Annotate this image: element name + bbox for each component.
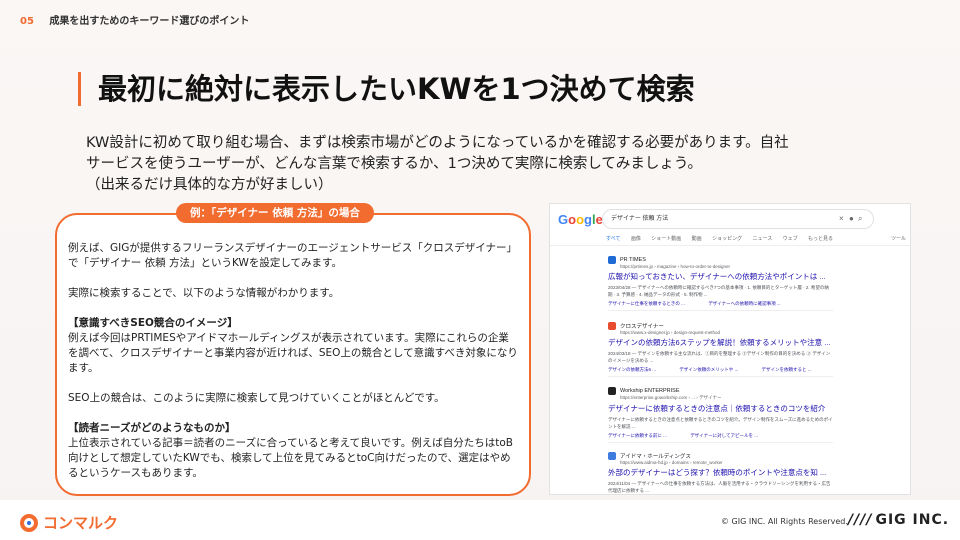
result-sitelink[interactable]: デザイン依頼のメリットや ... [679, 367, 738, 372]
case-paragraph-5: 上位表示されている記事＝読者のニーズに合っていると考えて良いです。例えば自分たち… [68, 437, 513, 479]
result-title[interactable]: デザインの依頼方法6ステップを解説！依頼するメリットや注意 ... [608, 337, 833, 348]
result-site-name: クロスデザイナー [620, 324, 664, 330]
google-logo-letter: g [584, 212, 592, 227]
search-result[interactable]: クロスデザイナー https://www.x-designer.jp › des… [608, 322, 833, 377]
case-paragraph-1: 例えば、GIGが提供するフリーランスデザイナーのエージェントサービス「クロスデザ… [68, 242, 518, 269]
intro-line-3: （出来るだけ具体的な方が好ましい） [86, 177, 333, 193]
brand-name: コンマルク [43, 514, 119, 532]
section-header: 05 成果を出すためのキーワード選びのポイント [20, 12, 249, 27]
search-result[interactable]: Workship ENTERPRISE https://enterprise.g… [608, 387, 833, 443]
tab-images[interactable]: 画像 [631, 236, 641, 242]
result-divider [608, 442, 833, 443]
site-favicon [608, 322, 616, 330]
result-sitelinks: デザイナーに仕事を依頼するときの ... デザイナーへの依頼時に確認事項 ... [608, 301, 833, 307]
result-site-name: Workship ENTERPRISE [620, 388, 680, 394]
result-site-name: PR TIMES [620, 257, 646, 263]
result-url: https://enterprise.goworkship.com › ... … [620, 395, 722, 400]
result-url: https://prtimes.jp › magazine › how-to-o… [620, 264, 731, 269]
search-result[interactable]: アイドマ・ホールディングス https://www.aidma-hd.jp › … [608, 452, 833, 494]
google-logo-letter: G [558, 212, 569, 227]
case-paragraph-2: 実際に検索することで、以下のような情報がわかります。 [68, 287, 340, 299]
slide: 05 成果を出すためのキーワード選びのポイント 最初に絶対に表示したいKWを1つ… [0, 0, 960, 540]
tab-shopping[interactable]: ショッピング [712, 236, 742, 242]
result-sitelink[interactable]: デザイナーへの依頼時に確認事項 ... [708, 301, 780, 306]
result-site: PR TIMES [608, 256, 833, 264]
result-snippet: 2024/11/04 — デザイナーへの仕事を依頼する方法は、人脈を活用する・ク… [608, 481, 831, 493]
result-sitelinks: デザイナーに依頼する前に ... デザイナーに対してアピールを ... [608, 433, 833, 439]
company-logo: ////GIG INC. [848, 512, 949, 528]
site-favicon [608, 452, 616, 460]
result-url: https://www.aidma-hd.jp › domains › remo… [620, 460, 723, 465]
microphone-icon[interactable]: ● [849, 210, 854, 228]
result-site-name: アイドマ・ホールディングス [620, 454, 691, 460]
site-favicon [608, 256, 616, 264]
result-divider [608, 376, 833, 377]
result-sitelink[interactable]: デザイナーに依頼する前に ... [608, 433, 667, 438]
result-site: クロスデザイナー [608, 322, 833, 330]
company-logo-text: GIG INC. [875, 512, 950, 528]
company-logo-stripes: //// [848, 512, 873, 528]
tools-button[interactable]: ツール [891, 235, 906, 242]
search-query: デザイナー 依頼 方法 [611, 216, 669, 222]
result-sitelink[interactable]: デザイナーに仕事を依頼するときの ... [608, 301, 685, 306]
case-paragraph-3: 例えば今回はPRTIMESやアイドマホールディングスが表示されています。実際にこ… [68, 332, 518, 374]
case-section-competitors: 【意識すべきSEO競合のイメージ】 例えば今回はPRTIMESやアイドマホールデ… [68, 316, 518, 376]
google-logo-letter: o [568, 212, 577, 227]
tab-more[interactable]: もっと見る [808, 236, 833, 242]
case-heading-needs: 【読者ニーズがどのようなものか】 [68, 422, 236, 434]
case-label: 例：「デザイナー 依頼 方法」の場合 [176, 203, 374, 223]
case-body: 例えば、GIGが提供するフリーランスデザイナーのエージェントサービス「クロスデザ… [68, 241, 518, 496]
result-snippet: 2023/04/28 — デザイナーへの依頼時に確認するべき7つの基本事項 · … [608, 285, 829, 297]
brand-mark-icon [20, 513, 38, 532]
site-favicon [608, 387, 616, 395]
section-number: 05 [20, 16, 34, 27]
tab-videos[interactable]: 動画 [692, 236, 702, 242]
result-title[interactable]: 広報が知っておきたい、デザイナーへの依頼方法やポイントは ... [608, 271, 833, 282]
intro-text: KW設計に初めて取り組む場合、まずは検索市場がどのようになっているかを確認する必… [86, 133, 906, 196]
result-sitelinks: デザインの依頼方法6 ... デザイン依頼のメリットや ... デザインを依頼す… [608, 367, 833, 373]
copyright: © GIG INC. All Rights Reserved. [721, 517, 848, 526]
intro-line-2: サービスを使うユーザーが、どんな言葉で検索するか、1つ決めて実際に検索してみまし… [86, 156, 703, 172]
section-title: 成果を出すためのキーワード選びのポイント [49, 16, 250, 27]
intro-line-1: KW設計に初めて取り組む場合、まずは検索市場がどのようになっているかを確認する必… [86, 135, 789, 151]
result-site: アイドマ・ホールディングス [608, 452, 833, 460]
result-title[interactable]: デザイナーに依頼するときの注意点｜依頼するときのコツを紹介 [608, 403, 833, 414]
result-snippet: 2024/03/18 — デザインを依頼する主な流れは、①目的を整理する ②デザ… [608, 351, 831, 363]
result-title[interactable]: 外部のデザイナーはどう探す？依頼時のポイントや注意点を知 ... [608, 467, 833, 478]
result-sitelink[interactable]: デザインの依頼方法6 ... [608, 367, 656, 372]
search-icon[interactable]: ⌕ [858, 210, 862, 228]
search-input[interactable]: デザイナー 依頼 方法 × ● ⌕ [602, 209, 874, 229]
tab-short-videos[interactable]: ショート動画 [651, 236, 681, 242]
result-url: https://www.x-designer.jp › design-reque… [620, 330, 721, 335]
tab-all[interactable]: すべて [606, 236, 620, 242]
search-tabs: すべて 画像 ショート動画 動画 ショッピング ニュース ウェブ もっと見る ツ… [606, 235, 906, 242]
result-snippet: デザイナーに依頼するときの注意点と依頼するときのコツを紹介。デザイン制作をスムー… [608, 417, 833, 429]
headline-accent-bar [78, 72, 81, 106]
tab-news[interactable]: ニュース [752, 236, 772, 242]
tabs-divider [550, 245, 910, 246]
result-sitelink[interactable]: デザイナーに対してアピールを ... [690, 433, 758, 438]
result-divider [608, 310, 833, 311]
case-section-needs: 【読者ニーズがどのようなものか】 上位表示されている記事＝読者のニーズに合ってい… [68, 421, 518, 481]
search-results-screenshot: Google デザイナー 依頼 方法 × ● ⌕ すべて 画像 ショート動画 動… [549, 203, 911, 495]
result-sitelink[interactable]: デザインを依頼すると ... [762, 367, 812, 372]
brand-logo: コンマルク [20, 512, 118, 533]
search-result[interactable]: PR TIMES https://prtimes.jp › magazine ›… [608, 256, 833, 311]
google-logo: Google [558, 212, 603, 227]
result-site: Workship ENTERPRISE [608, 387, 833, 395]
clear-icon[interactable]: × [839, 210, 844, 228]
case-heading-competitors: 【意識すべきSEO競合のイメージ】 [68, 317, 238, 329]
case-paragraph-4: SEO上の競合は、このように実際に検索して見つけていくことがほとんどです。 [68, 392, 445, 404]
page-title: 最初に絶対に表示したいKWを1つ決めて検索 [98, 72, 695, 106]
tab-web[interactable]: ウェブ [783, 236, 798, 242]
google-logo-letter: o [576, 212, 585, 227]
